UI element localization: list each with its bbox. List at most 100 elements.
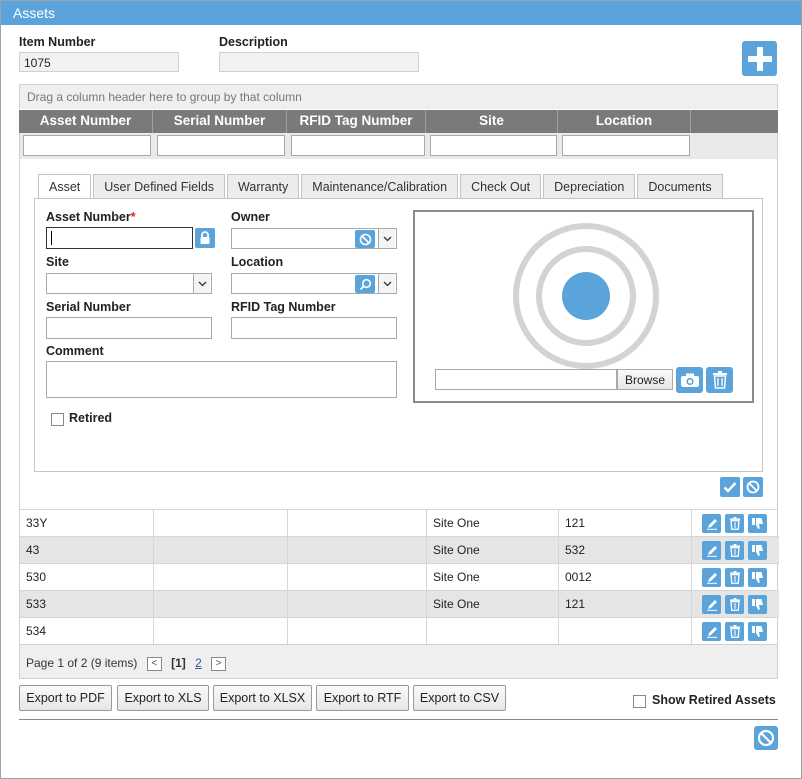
tab-warranty[interactable]: Warranty	[227, 174, 300, 199]
retire-row-button[interactable]	[748, 595, 767, 614]
tab-maintenance-calibration[interactable]: Maintenance/Calibration	[301, 174, 459, 199]
save-edit-button[interactable]	[720, 477, 740, 497]
edit-row-button[interactable]	[702, 514, 721, 533]
lock-button[interactable]	[195, 228, 215, 248]
grid-pager: Page 1 of 2 (9 items) < [1] 2 >	[19, 644, 778, 679]
browse-button[interactable]: Browse	[617, 369, 673, 390]
export-pdf-button[interactable]: Export to PDF	[19, 685, 112, 711]
lock-icon	[200, 231, 210, 244]
comment-textarea[interactable]	[46, 361, 397, 398]
filter-location[interactable]	[562, 135, 690, 156]
filter-site[interactable]	[430, 135, 557, 156]
thumbs-down-icon	[752, 572, 763, 583]
tab-user-defined-fields[interactable]: User Defined Fields	[93, 174, 226, 199]
column-rfid-tag-number[interactable]: RFID Tag Number	[287, 110, 426, 133]
thumbs-down-icon	[752, 545, 763, 556]
retire-row-button[interactable]	[748, 568, 767, 587]
export-csv-button[interactable]: Export to CSV	[413, 685, 506, 711]
table-row[interactable]: 43 Site One 532	[20, 537, 779, 564]
tab-documents[interactable]: Documents	[637, 174, 723, 199]
retired-checkbox[interactable]	[51, 413, 64, 426]
filter-rfid-tag-number[interactable]	[291, 135, 425, 156]
column-serial-number[interactable]: Serial Number	[153, 110, 287, 133]
show-retired-checkbox[interactable]	[633, 695, 646, 708]
owner-select[interactable]	[231, 228, 397, 249]
group-by-panel[interactable]: Drag a column header here to group by th…	[19, 84, 778, 109]
location-search-button[interactable]	[355, 275, 375, 293]
location-select[interactable]	[231, 273, 397, 294]
cell-rfid-tag-number	[288, 537, 427, 564]
table-row[interactable]: 533 Site One 121	[20, 591, 779, 618]
page-2-link[interactable]: 2	[195, 656, 202, 670]
delete-photo-button[interactable]	[706, 367, 733, 393]
retire-row-button[interactable]	[748, 541, 767, 560]
column-site[interactable]: Site	[426, 110, 558, 133]
check-icon	[723, 482, 737, 493]
asset-number-label-text: Asset Number	[46, 210, 131, 224]
table-row[interactable]: 33Y Site One 121	[20, 510, 779, 537]
retire-row-button[interactable]	[748, 622, 767, 641]
serial-number-input[interactable]	[46, 317, 212, 339]
table-row[interactable]: 530 Site One 0012	[20, 564, 779, 591]
column-location[interactable]: Location	[558, 110, 691, 133]
camera-button[interactable]	[676, 367, 703, 393]
rfid-tag-number-input[interactable]	[231, 317, 397, 339]
export-xls-button[interactable]: Export to XLS	[117, 685, 209, 711]
column-asset-number[interactable]: Asset Number	[19, 110, 153, 133]
next-page-button[interactable]: >	[211, 656, 227, 671]
description-field[interactable]	[219, 52, 419, 72]
cell-asset-number: 33Y	[20, 510, 154, 537]
filter-asset-number[interactable]	[23, 135, 151, 156]
cell-asset-number: 43	[20, 537, 154, 564]
trash-icon	[712, 371, 727, 389]
delete-row-button[interactable]	[725, 541, 744, 560]
cell-asset-number: 534	[20, 618, 154, 645]
tab-asset[interactable]: Asset	[38, 174, 92, 200]
owner-clear-button[interactable]	[355, 230, 375, 248]
cell-rfid-tag-number	[288, 618, 427, 645]
trash-icon	[729, 544, 740, 557]
delete-row-button[interactable]	[725, 622, 744, 641]
cell-location: 0012	[559, 564, 692, 591]
chevron-down-icon	[198, 281, 206, 286]
add-asset-button[interactable]	[742, 41, 777, 76]
filter-serial-number[interactable]	[157, 135, 285, 156]
cell-asset-number: 530	[20, 564, 154, 591]
filter-row	[19, 133, 778, 159]
cell-serial-number	[154, 537, 288, 564]
file-path-input[interactable]	[435, 369, 617, 390]
trash-icon	[729, 625, 740, 638]
text-cursor	[51, 231, 52, 245]
delete-row-button[interactable]	[725, 514, 744, 533]
table-row[interactable]: 534	[20, 618, 779, 645]
delete-row-button[interactable]	[725, 595, 744, 614]
edit-row-button[interactable]	[702, 541, 721, 560]
description-label: Description	[219, 35, 288, 49]
edit-row-button[interactable]	[702, 568, 721, 587]
tab-check-out[interactable]: Check Out	[460, 174, 542, 199]
plus-icon	[747, 46, 772, 71]
window-title: Assets	[1, 1, 801, 25]
location-dropdown[interactable]	[378, 274, 395, 293]
row-actions	[692, 537, 777, 564]
owner-dropdown[interactable]	[378, 229, 395, 248]
item-number-field[interactable]: 1075	[19, 52, 179, 72]
delete-row-button[interactable]	[725, 568, 744, 587]
export-xlsx-button[interactable]: Export to XLSX	[213, 685, 312, 711]
cell-rfid-tag-number	[288, 510, 427, 537]
row-actions	[692, 564, 777, 591]
cell-asset-number: 533	[20, 591, 154, 618]
edit-row-button[interactable]	[702, 595, 721, 614]
row-actions	[692, 510, 777, 537]
site-select[interactable]	[46, 273, 212, 294]
asset-number-input[interactable]	[46, 227, 193, 249]
retire-row-button[interactable]	[748, 514, 767, 533]
cancel-edit-button[interactable]	[743, 477, 763, 497]
edit-row-button[interactable]	[702, 622, 721, 641]
close-button[interactable]	[754, 726, 778, 750]
tab-depreciation[interactable]: Depreciation	[543, 174, 636, 199]
search-icon	[359, 278, 371, 290]
export-rtf-button[interactable]: Export to RTF	[316, 685, 409, 711]
site-dropdown[interactable]	[193, 274, 210, 293]
prev-page-button[interactable]: <	[146, 656, 162, 671]
